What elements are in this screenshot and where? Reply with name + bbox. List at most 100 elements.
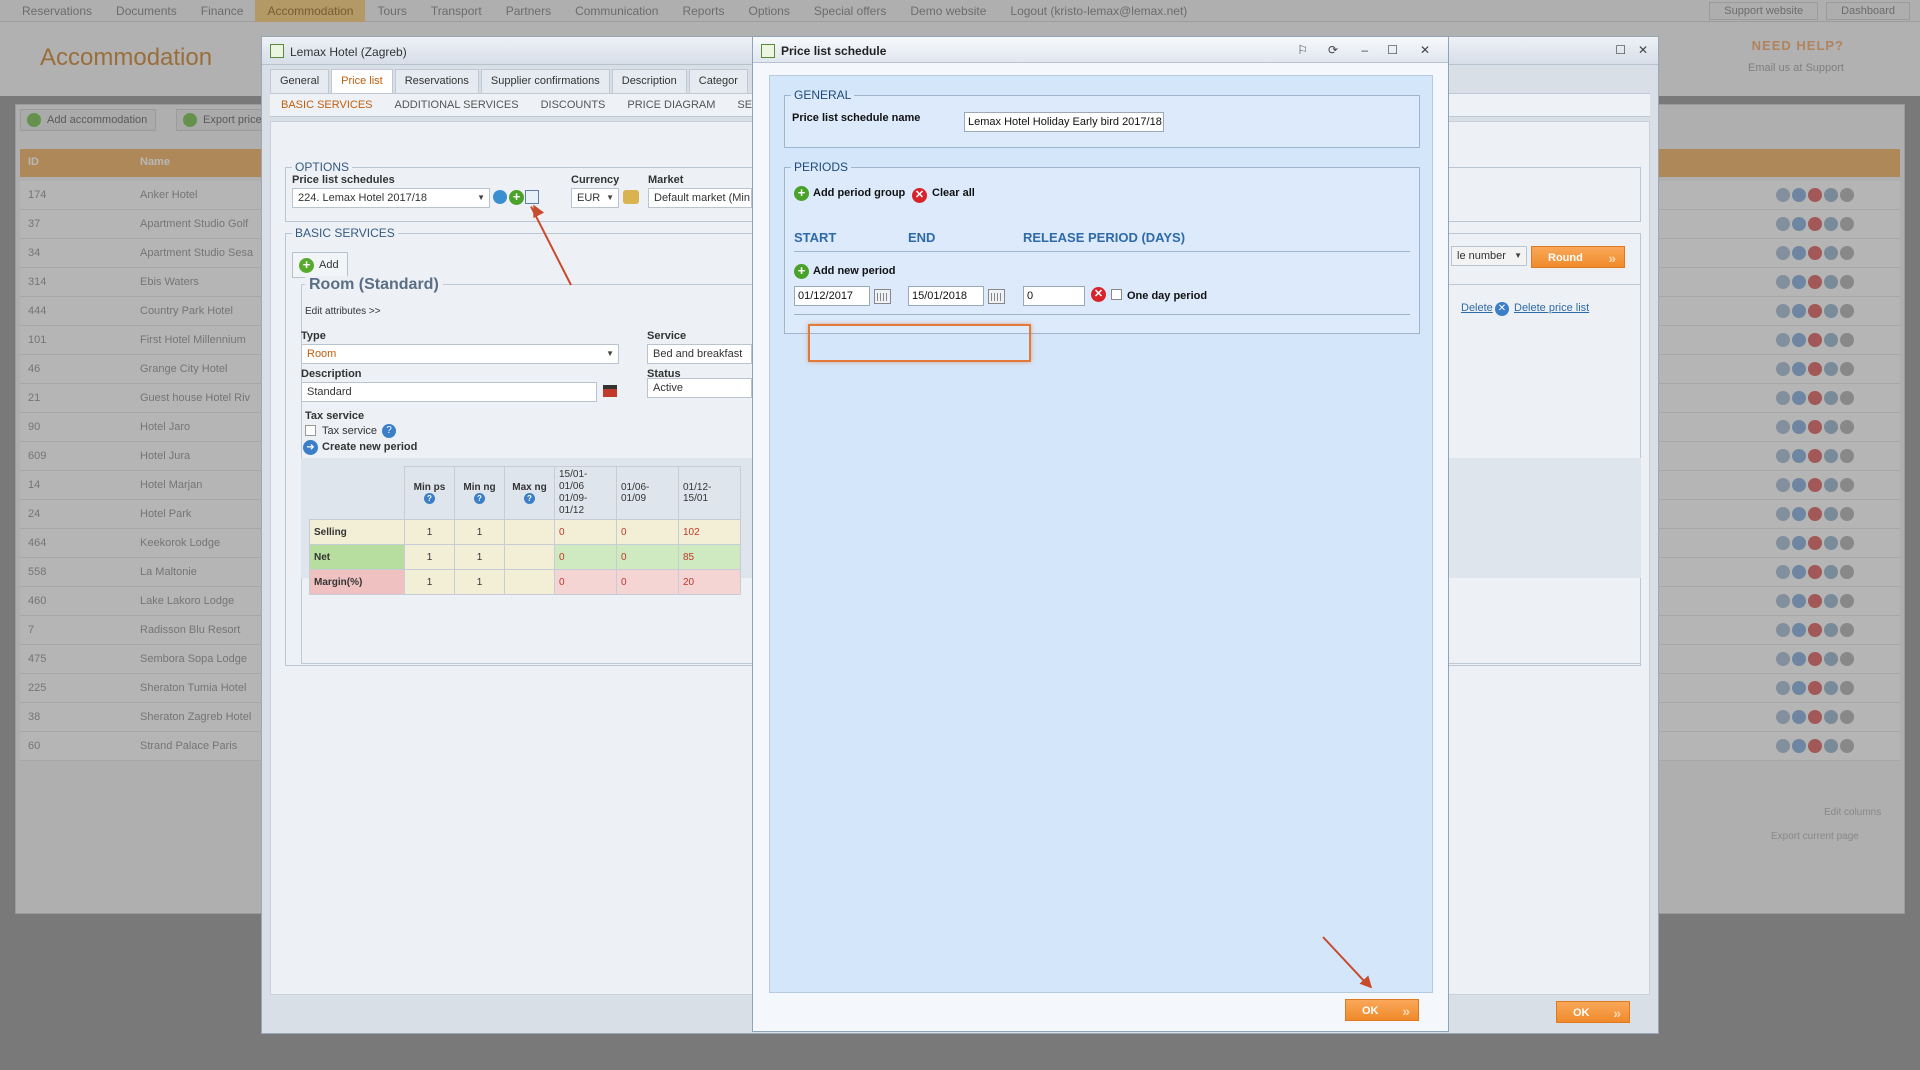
maximize-icon[interactable]: ☐ [1387, 43, 1398, 57]
cell[interactable]: 102 [678, 519, 741, 545]
price-list-schedule-dialog: Price list schedule ⚐ ⟳ – ☐ ✕ GENERAL Pr… [752, 36, 1449, 1032]
clear-all-link[interactable]: Clear all [932, 187, 975, 199]
description-input[interactable]: Standard [301, 382, 597, 402]
cell[interactable] [504, 544, 555, 570]
cell[interactable]: 85 [678, 544, 741, 570]
tax-service-checkbox[interactable] [305, 425, 316, 436]
market-select[interactable]: Default market (Min [648, 188, 752, 208]
add-new-period-icon[interactable]: + [794, 264, 809, 279]
schedule-name-input[interactable]: Lemax Hotel Holiday Early bird 2017/18 [964, 112, 1164, 132]
options-legend: OPTIONS [295, 160, 350, 174]
create-new-period-link[interactable]: Create new period [322, 441, 417, 453]
type-select[interactable]: Room [301, 344, 619, 364]
service-select[interactable]: Bed and breakfast [647, 344, 752, 364]
cell[interactable]: 1 [404, 519, 455, 545]
help-icon[interactable]: ? [382, 424, 396, 438]
hotel-tab[interactable]: Categor [688, 69, 748, 93]
service-label: Service [647, 330, 687, 342]
clear-all-icon[interactable]: ✕ [912, 188, 927, 203]
round-button[interactable]: Round [1531, 246, 1625, 269]
grid-header-period-1[interactable]: 15/01-01/06 01/09-01/12 [554, 466, 617, 520]
price-list-schedules-label: Price list schedules [292, 174, 395, 186]
pin-icon[interactable]: ⚐ [1297, 43, 1308, 57]
min-ps-label: Min ps [413, 482, 446, 493]
price-list-subtab[interactable]: BASIC SERVICES [270, 99, 384, 111]
price-list-schedules-select[interactable]: 224. Lemax Hotel 2017/18 [292, 188, 490, 208]
hotel-tab[interactable]: Reservations [394, 69, 479, 93]
schedule-name-label: Price list schedule name [792, 112, 921, 124]
status-select[interactable]: Active [647, 378, 752, 398]
maximize-icon[interactable]: ☐ [1615, 43, 1626, 57]
help-icon[interactable]: ? [524, 493, 535, 504]
highlight-box [808, 324, 1031, 362]
hotel-tab[interactable]: General [270, 69, 330, 93]
rounding-select[interactable]: le number [1451, 246, 1527, 266]
close-icon[interactable]: ✕ [1420, 43, 1430, 57]
cell[interactable]: 0 [616, 569, 679, 595]
dialog-body: GENERAL Price list schedule name Lemax H… [769, 75, 1433, 993]
cell[interactable]: 1 [404, 544, 455, 570]
cell[interactable]: 1 [454, 544, 505, 570]
add-period-group-icon[interactable]: + [794, 186, 809, 201]
hotel-tab[interactable]: Supplier confirmations [480, 69, 610, 93]
type-label: Type [301, 330, 326, 342]
grid-row-selling: Selling 1 1 0 0 102 [309, 519, 741, 545]
help-icon[interactable]: ? [474, 493, 485, 504]
add-schedule-icon[interactable]: + [509, 190, 524, 205]
dialog-ok-button[interactable]: OK [1345, 999, 1419, 1022]
cell[interactable]: 1 [454, 569, 505, 595]
cell[interactable]: 1 [404, 569, 455, 595]
market-label: Market [648, 174, 684, 186]
cell[interactable]: 0 [554, 519, 617, 545]
language-flag-icon[interactable] [603, 385, 617, 397]
end-date-input[interactable]: 15/01/2018 [908, 286, 984, 306]
edit-attributes-link[interactable]: Edit attributes >> [305, 306, 381, 317]
description-label: Description [301, 368, 362, 380]
cell[interactable]: 20 [678, 569, 741, 595]
grid-row-margin: Margin(%) 1 1 0 0 20 [309, 569, 741, 595]
cell[interactable] [504, 569, 555, 595]
cell[interactable]: 0 [616, 544, 679, 570]
hotel-tab[interactable]: Price list [331, 69, 393, 93]
help-icon[interactable]: ? [424, 493, 435, 504]
one-day-period-checkbox[interactable] [1111, 289, 1122, 300]
room-title: Room (Standard) [305, 276, 443, 294]
cell[interactable]: 0 [554, 569, 617, 595]
price-grid: Min ps? Min ng? Max ng? 15/01-01/06 01/0… [309, 466, 741, 595]
delete-link[interactable]: Delete [1461, 302, 1493, 314]
start-calendar-icon[interactable] [874, 289, 891, 304]
settings-icon[interactable] [493, 190, 507, 204]
remove-period-icon[interactable]: ✕ [1091, 287, 1106, 302]
price-list-subtab[interactable]: PRICE DIAGRAM [616, 99, 726, 111]
add-new-period-link[interactable]: Add new period [813, 265, 896, 277]
start-date-input[interactable]: 01/12/2017 [794, 286, 870, 306]
cell[interactable]: 0 [616, 519, 679, 545]
price-list-subtab[interactable]: ADDITIONAL SERVICES [384, 99, 530, 111]
minimize-icon[interactable]: – [1361, 43, 1368, 57]
release-period-input[interactable]: 0 [1023, 286, 1085, 306]
grid-header-period-2[interactable]: 01/06-01/09 [616, 466, 679, 520]
max-ng-label: Max ng [512, 482, 547, 493]
refresh-icon[interactable]: ⟳ [1328, 43, 1338, 57]
cell[interactable] [504, 519, 555, 545]
add-service-button[interactable]: + Add [292, 252, 348, 278]
end-calendar-icon[interactable] [988, 289, 1005, 304]
hotel-window-title: Lemax Hotel (Zagreb) [290, 45, 407, 59]
price-list-subtab[interactable]: DISCOUNTS [530, 99, 617, 111]
currency-select[interactable]: EUR [571, 188, 619, 208]
dialog-title: Price list schedule [781, 44, 887, 58]
hotel-ok-button[interactable]: OK [1556, 1001, 1630, 1024]
grid-header-period-3[interactable]: 01/12-15/01 [678, 466, 741, 520]
cell[interactable]: 1 [454, 519, 505, 545]
cell[interactable]: 0 [554, 544, 617, 570]
add-period-group-link[interactable]: Add period group [813, 187, 905, 199]
currency-rates-icon[interactable] [623, 190, 639, 204]
hotel-tabs: General Price list Reservations Supplier co… [270, 69, 750, 93]
row-label: Net [309, 544, 405, 570]
delete-price-list-link[interactable]: Delete price list [1514, 302, 1589, 314]
divider [794, 251, 1410, 252]
dialog-titlebar[interactable]: Price list schedule ⚐ ⟳ – ☐ ✕ [753, 37, 1448, 63]
close-icon[interactable]: ✕ [1638, 43, 1648, 57]
release-period-column-header: RELEASE PERIOD (DAYS) [1023, 230, 1186, 245]
hotel-tab[interactable]: Description [611, 69, 687, 93]
